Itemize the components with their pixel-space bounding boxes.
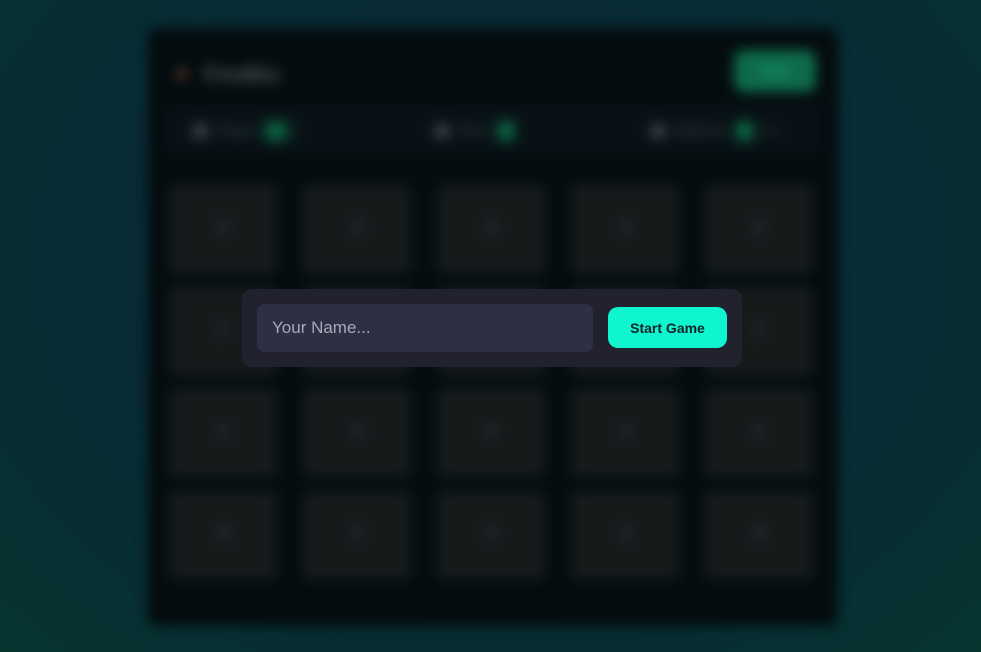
game-title: FireBlo: [204, 62, 280, 87]
card-tile: ?: [436, 490, 546, 580]
stats-bar: Player — 0 Time 0 Matches 0/10: [166, 106, 820, 154]
board-header: ▲ FireBlo Start: [170, 50, 816, 94]
card-tile: ?: [302, 184, 412, 274]
clock-icon: [434, 123, 450, 140]
name-entry-modal: Start Game: [242, 289, 742, 367]
stat-label: Matches: [674, 122, 727, 138]
stat-label: Player: [216, 122, 256, 138]
header-start-button: Start: [734, 50, 816, 92]
card-tile: ?: [570, 184, 680, 274]
card-grid: ????????????????????: [168, 184, 814, 580]
user-icon: [192, 123, 208, 140]
trophy-icon: [650, 123, 666, 140]
stat-label: Time: [458, 122, 489, 138]
card-tile: ?: [704, 388, 814, 478]
stat-player: Player — 0: [192, 120, 302, 141]
stat-matches: Matches 0/10: [650, 120, 780, 141]
card-tile: ?: [570, 490, 680, 580]
card-tile: ?: [570, 388, 680, 478]
card-tile: ?: [704, 184, 814, 274]
stat-value: 0: [496, 121, 516, 141]
card-tile: ?: [302, 490, 412, 580]
card-tile: ?: [168, 184, 278, 274]
stat-time: Time 0: [434, 120, 516, 141]
card-tile: ?: [436, 184, 546, 274]
flame-icon: ▲: [174, 64, 190, 81]
card-tile: ?: [704, 490, 814, 580]
start-game-button[interactable]: Start Game: [608, 307, 727, 348]
card-tile: ?: [436, 388, 546, 478]
stat-extra: 0: [293, 122, 302, 138]
player-name-input[interactable]: [257, 304, 593, 352]
stat-value: 0: [734, 121, 754, 141]
card-tile: ?: [168, 388, 278, 478]
stat-value: —: [263, 121, 288, 141]
card-tile: ?: [302, 388, 412, 478]
stat-extra: /10: [759, 122, 780, 138]
card-tile: ?: [168, 490, 278, 580]
